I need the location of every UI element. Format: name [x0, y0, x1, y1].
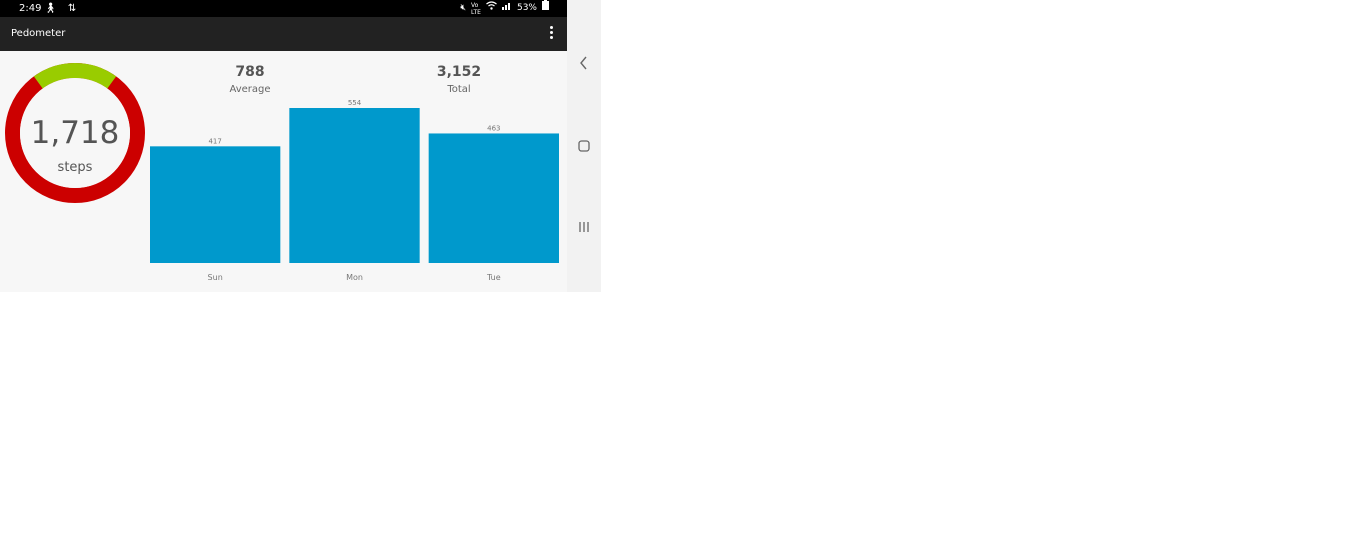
bar-value-label: 554 [348, 99, 362, 107]
app-title: Pedometer [11, 28, 66, 39]
volte-icon: Vo LTE [471, 1, 481, 16]
x-tick-label: Sun [208, 273, 223, 282]
bar-sun [150, 146, 281, 263]
overflow-menu-icon[interactable] [546, 26, 556, 42]
person-icon: 🚶︎ [44, 3, 61, 14]
steps-bar-chart: 417 Sun 554 Mon 463 Tue [150, 99, 559, 282]
wifi-icon [486, 0, 497, 17]
signal-icon [501, 0, 512, 17]
pedometer-content: 1,718 steps 788 Average 3,152 Total 417 S… [0, 51, 567, 292]
status-bar: 2:49 🚶︎ ⇅ 🔇︎ Vo LTE 53% [0, 0, 567, 17]
battery-icon [542, 0, 549, 17]
status-left-icons: 🚶︎ ⇅ [44, 0, 80, 17]
recents-lines-icon[interactable] [567, 219, 601, 238]
status-time: 2:49 [19, 3, 42, 14]
bar-value-label: 417 [208, 137, 221, 145]
signal-updown-icon: ⇅ [67, 3, 81, 14]
bar-mon [289, 108, 420, 263]
x-tick-label: Tue [486, 273, 501, 282]
navigation-bar [567, 0, 601, 292]
back-chevron-icon[interactable] [567, 55, 601, 74]
mute-icon: 🔇︎ [460, 3, 466, 13]
x-tick-label: Mon [346, 273, 363, 282]
phone-screen: 2:49 🚶︎ ⇅ 🔇︎ Vo LTE 53% Pedometer 1,718 … [0, 0, 601, 292]
battery-percent: 53% [516, 3, 537, 13]
app-bar: Pedometer [0, 17, 567, 51]
home-square-icon[interactable] [567, 138, 601, 157]
bar-value-label: 463 [487, 124, 500, 132]
bar-tue [428, 133, 559, 263]
status-right-icons: 🔇︎ Vo LTE 53% [460, 0, 549, 17]
